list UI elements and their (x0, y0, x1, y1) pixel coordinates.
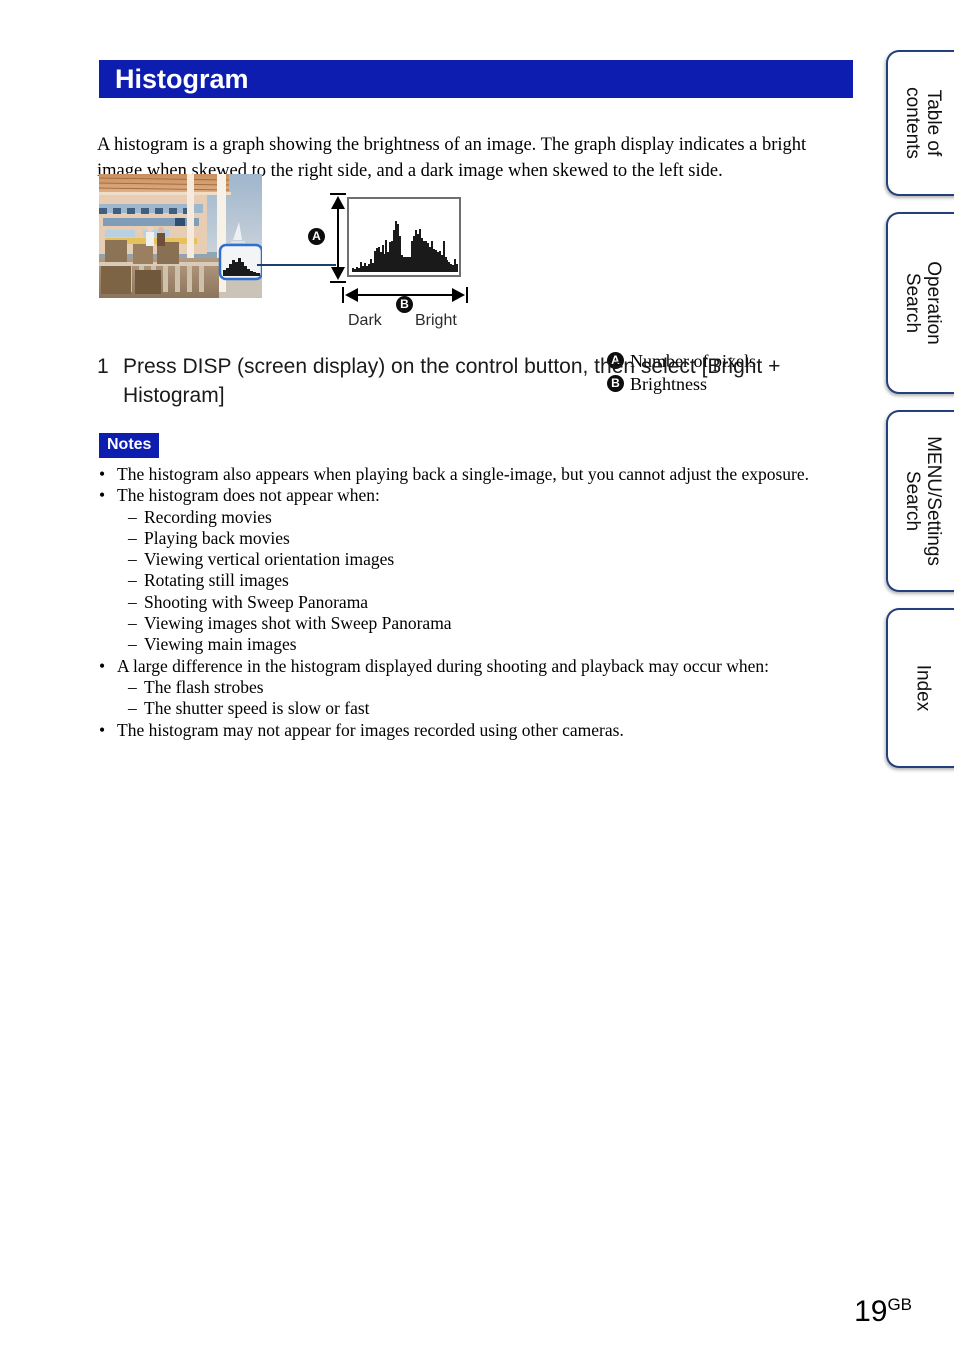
page-number-suffix: GB (887, 1295, 912, 1314)
tab-label-table-of-contents: Table of contents (902, 87, 944, 159)
tab-label-index: Index (912, 664, 934, 712)
sample-photo (99, 174, 262, 298)
note-bullet-item: • A large difference in the histogram dis… (99, 656, 855, 677)
axis-label-dark: Dark (348, 312, 382, 329)
dash-icon: – (128, 698, 137, 719)
step-1: 1 Press DISP (screen display) on the con… (97, 352, 857, 410)
note-text: The histogram also appears when playing … (117, 464, 810, 484)
step-number: 1 (97, 355, 109, 378)
note-text: Viewing vertical orientation images (144, 549, 395, 570)
note-text: The flash strobes (144, 676, 264, 697)
histogram-plot (347, 197, 461, 277)
histogram-figure: A Number of pixels B Brightness (97, 172, 857, 394)
side-tab-rail: Table of contents Operation Search MENU/Se… (886, 0, 954, 780)
histogram-bar (456, 263, 459, 272)
note-text: Viewing images shot with Sweep Panorama (144, 613, 452, 634)
bullet-icon: • (99, 719, 106, 740)
sidebar-item-operation-search[interactable]: Operation Search (886, 212, 954, 394)
step-text: Press DISP (screen display) on the contr… (123, 355, 781, 407)
page-number-value: 19 (854, 1295, 888, 1328)
sidebar-item-table-of-contents[interactable]: Table of contents (886, 50, 954, 196)
dash-icon: – (128, 591, 137, 612)
dash-icon: – (128, 676, 137, 697)
sidebar-item-index[interactable]: Index (886, 608, 954, 768)
note-text: The shutter speed is slow or fast (144, 698, 370, 719)
note-text: Viewing main images (144, 634, 297, 655)
note-sub-item: – Rotating still images (99, 570, 855, 591)
callout-connector-line (257, 264, 336, 266)
page-title: Histogram (115, 63, 249, 94)
note-bullet-item: • The histogram also appears when playing… (99, 464, 855, 485)
sidebar-item-menu-settings-search[interactable]: MENU/Settings Search (886, 410, 954, 592)
notes-badge: Notes (99, 433, 160, 458)
dash-icon: – (128, 634, 137, 655)
dash-icon: – (128, 570, 137, 591)
bullet-icon: • (99, 464, 106, 484)
page-title-bar: Histogram (99, 60, 853, 98)
note-sub-item: – Shooting with Sweep Panorama (99, 592, 855, 613)
histogram-bars (352, 202, 459, 272)
note-sub-item: – Viewing vertical orientation images (99, 549, 855, 570)
notes-list: • The histogram also appears when playing… (99, 464, 855, 741)
note-text: A large difference in the histogram disp… (117, 655, 770, 676)
tab-label-operation-search: Operation Search (902, 261, 944, 345)
figure-badge-b: B (396, 296, 413, 313)
note-sub-item: – Playing back movies (99, 528, 855, 549)
vertical-axis-arrow-icon (330, 193, 346, 283)
tab-label-menu-settings-search: MENU/Settings Search (902, 436, 944, 566)
note-text: The histogram may not appear for images … (117, 719, 624, 740)
bullet-icon: • (99, 485, 106, 506)
note-text: Rotating still images (144, 570, 289, 591)
note-sub-item: – Viewing images shot with Sweep Panorama (99, 613, 855, 634)
note-bullet-item: • The histogram may not appear for images… (99, 720, 855, 741)
note-text: Shooting with Sweep Panorama (144, 591, 369, 612)
note-text: Playing back movies (144, 527, 290, 548)
dash-icon: – (128, 506, 137, 527)
bullet-icon: • (99, 655, 106, 676)
dash-icon: – (128, 613, 137, 634)
dash-icon: – (128, 549, 137, 570)
note-sub-item: – Viewing main images (99, 634, 855, 655)
page-number: 19GB (854, 1295, 912, 1329)
axis-label-bright: Bright (415, 312, 457, 329)
note-sub-item: – The shutter speed is slow or fast (99, 698, 855, 719)
note-text: Recording movies (144, 506, 272, 527)
note-sub-item: – Recording movies (99, 507, 855, 528)
dash-icon: – (128, 527, 137, 548)
note-bullet-item: • The histogram does not appear when: (99, 485, 855, 506)
figure-badge-a: A (308, 228, 325, 245)
note-text: The histogram does not appear when: (117, 485, 380, 506)
note-sub-item: – The flash strobes (99, 677, 855, 698)
